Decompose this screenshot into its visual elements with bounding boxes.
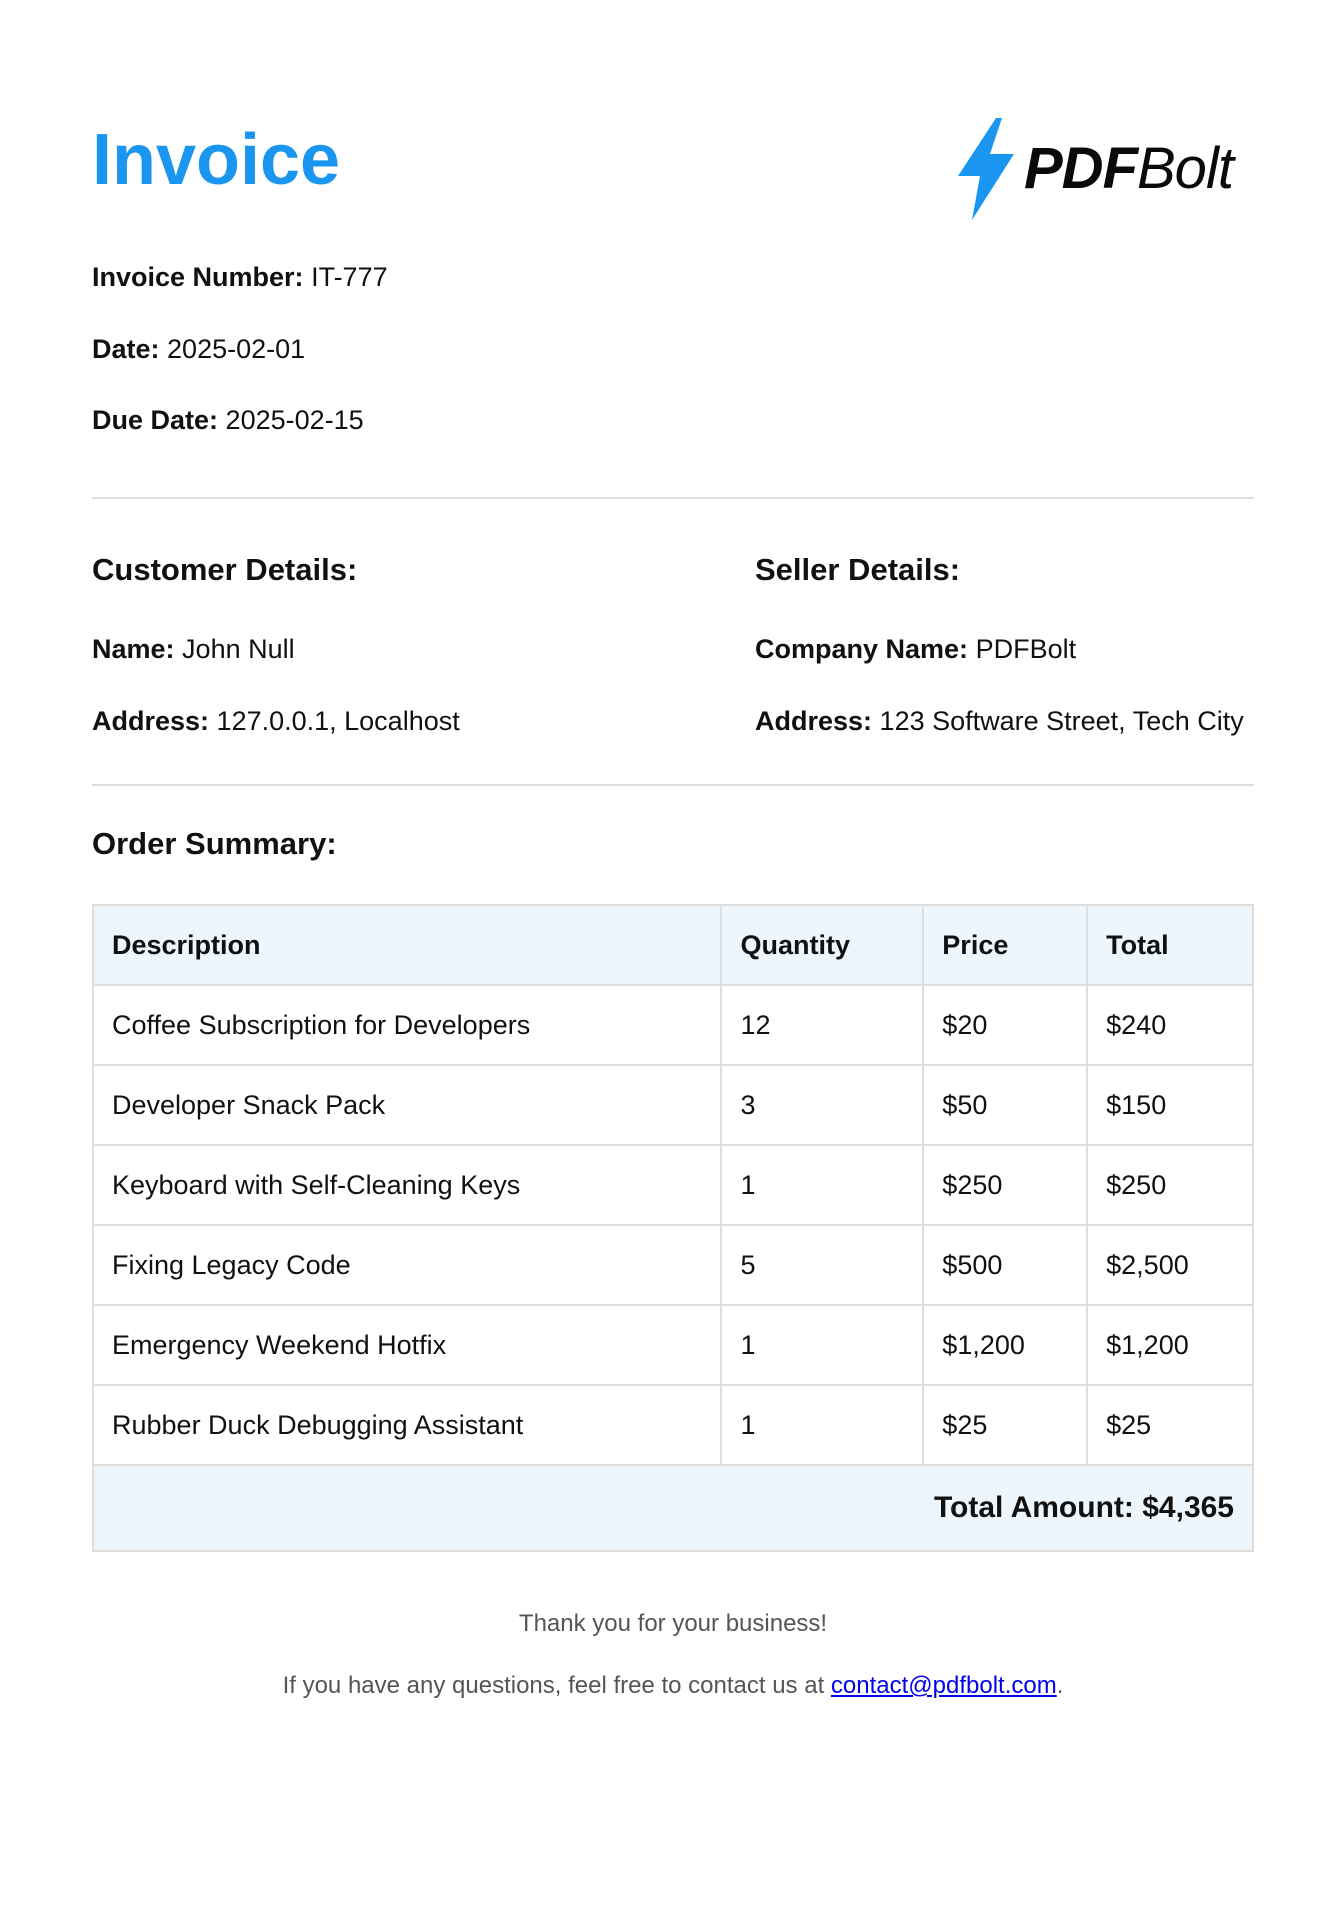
pdfbolt-logo: PDFBolt — [952, 118, 1234, 220]
invoice-header: Invoice PDFBolt — [92, 0, 1254, 240]
column-header-description: Description — [91, 904, 723, 986]
seller-details-heading: Seller Details: — [755, 552, 961, 587]
invoice-page: Invoice PDFBolt Invoice Number: IT-777 D… — [91, 0, 1254, 1699]
table-row: Rubber Duck Debugging Assistant 1 $25 $2… — [91, 1384, 1254, 1466]
cell-price: $1,200 — [922, 1304, 1089, 1386]
invoice-due-date: Due Date: 2025-02-15 — [92, 405, 364, 435]
order-table: Description Quantity Price Total Coffee … — [91, 904, 1254, 1552]
seller-company: Company Name: PDFBolt — [755, 634, 1077, 664]
customer-details-heading: Customer Details: — [92, 552, 358, 587]
column-header-total: Total — [1086, 904, 1254, 986]
cell-quantity: 5 — [720, 1224, 925, 1306]
divider — [92, 497, 1254, 499]
cell-total: $1,200 — [1086, 1304, 1254, 1386]
column-header-quantity: Quantity — [720, 904, 925, 986]
table-row: Fixing Legacy Code 5 $500 $2,500 — [91, 1224, 1254, 1306]
cell-price: $250 — [922, 1144, 1089, 1226]
customer-address: Address: 127.0.0.1, Localhost — [92, 706, 460, 736]
lightning-bolt-icon — [958, 118, 1014, 220]
page-title: Invoice — [92, 120, 341, 200]
cell-description: Coffee Subscription for Developers — [91, 984, 723, 1066]
cell-quantity: 1 — [720, 1144, 925, 1226]
invoice-date: Date: 2025-02-01 — [92, 334, 306, 364]
table-row: Keyboard with Self-Cleaning Keys 1 $250 … — [91, 1144, 1254, 1226]
table-row: Developer Snack Pack 3 $50 $150 — [91, 1064, 1254, 1146]
table-row: Coffee Subscription for Developers 12 $2… — [91, 984, 1254, 1066]
contact-email-link[interactable]: contact@pdfbolt.com — [831, 1672, 1057, 1699]
cell-total: $250 — [1086, 1144, 1254, 1226]
cell-description: Fixing Legacy Code — [91, 1224, 723, 1306]
cell-total: $240 — [1086, 984, 1254, 1066]
order-summary-heading: Order Summary: — [92, 826, 337, 861]
cell-total: $25 — [1086, 1384, 1254, 1466]
table-row: Emergency Weekend Hotfix 1 $1,200 $1,200 — [91, 1304, 1254, 1386]
divider — [92, 784, 1254, 786]
cell-description: Developer Snack Pack — [91, 1064, 723, 1146]
cell-price: $20 — [922, 984, 1089, 1066]
customer-name: Name: John Null — [92, 634, 295, 664]
cell-price: $25 — [922, 1384, 1089, 1466]
invoice-number: Invoice Number: IT-777 — [92, 262, 388, 292]
contact-message: If you have any questions, feel free to … — [282, 1672, 1064, 1699]
cell-total: $2,500 — [1086, 1224, 1254, 1306]
total-row: Total Amount: $4,365 — [92, 1464, 1254, 1552]
cell-description: Keyboard with Self-Cleaning Keys — [91, 1144, 723, 1226]
cell-quantity: 12 — [720, 984, 925, 1066]
cell-description: Emergency Weekend Hotfix — [91, 1304, 723, 1386]
table-header-row: Description Quantity Price Total — [91, 904, 1254, 986]
total-amount: Total Amount: $4,365 — [92, 1464, 1254, 1552]
cell-quantity: 1 — [720, 1384, 925, 1466]
thank-you-message: Thank you for your business! — [518, 1610, 828, 1637]
cell-price: $50 — [922, 1064, 1089, 1146]
cell-price: $500 — [922, 1224, 1089, 1306]
logo-wordmark: PDFBolt — [1024, 136, 1234, 201]
column-header-price: Price — [922, 904, 1089, 986]
seller-address: Address: 123 Software Street, Tech City — [755, 706, 1244, 736]
cell-quantity: 1 — [720, 1304, 925, 1386]
cell-total: $150 — [1086, 1064, 1254, 1146]
cell-quantity: 3 — [720, 1064, 925, 1146]
cell-description: Rubber Duck Debugging Assistant — [91, 1384, 723, 1466]
